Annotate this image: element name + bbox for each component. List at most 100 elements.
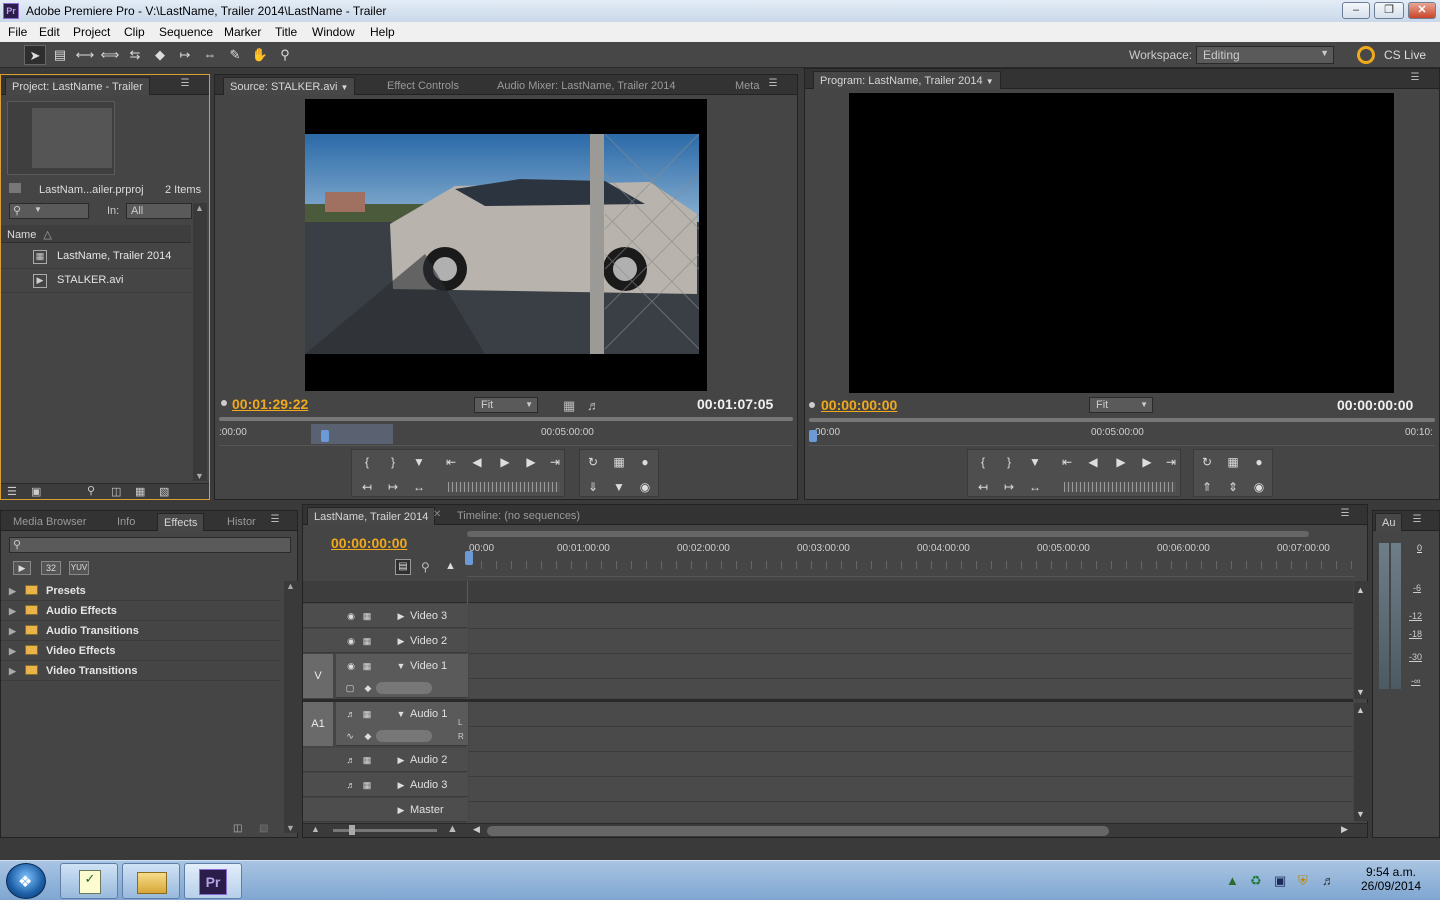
overlay-icon[interactable]: ▼ <box>608 478 630 496</box>
program-time-ruler[interactable]: 00:00 00:05:00:00 00:10: <box>809 424 1435 446</box>
track-header-master[interactable]: ▶ Master <box>303 798 468 822</box>
effects-search-input[interactable]: ⚲ <box>9 537 291 553</box>
cs-live-label[interactable]: CS Live <box>1384 48 1426 62</box>
mark-in-icon[interactable]: { <box>972 453 994 471</box>
timeline-ruler[interactable]: 00:00 00:01:00:00 00:02:00:00 00:03:00:0… <box>465 539 1355 577</box>
expand-arrow-icon[interactable]: ▶ <box>395 610 407 622</box>
loop-icon[interactable]: ↻ <box>582 453 604 471</box>
step-back-icon[interactable]: ◀ <box>1082 453 1104 471</box>
menu-window[interactable]: Window <box>312 25 355 39</box>
audio-target-a1[interactable]: A1 <box>303 702 333 746</box>
snap-icon[interactable]: ▤ <box>395 559 411 575</box>
lock-icon[interactable]: ▦ <box>361 754 373 766</box>
go-to-in-icon[interactable]: ⇤ <box>440 453 462 471</box>
set-marker-icon[interactable]: ▲ <box>445 560 456 572</box>
scroll-down-icon[interactable]: ▼ <box>1356 809 1365 819</box>
step-forward-icon[interactable]: ▶ <box>520 453 542 471</box>
mark-in-icon[interactable]: { <box>356 453 378 471</box>
drag-video-icon[interactable]: ▦ <box>563 398 575 414</box>
tray-sync-icon[interactable]: ♻ <box>1250 873 1262 889</box>
go-to-prev-marker-icon[interactable]: ↤ <box>972 478 994 496</box>
expand-arrow-icon[interactable]: ▶ <box>395 779 407 791</box>
panel-menu-icon[interactable]: ☰ <box>1337 508 1353 522</box>
panel-menu-icon[interactable]: ☰ <box>765 78 781 92</box>
tree-item-video-transitions[interactable]: ▶ Video Transitions <box>1 661 281 681</box>
tray-monitor-icon[interactable]: ▣ <box>1274 873 1286 889</box>
minimize-button[interactable]: – <box>1342 2 1370 19</box>
scroll-up-icon[interactable]: ▲ <box>1356 585 1365 595</box>
ripple-edit-tool-icon[interactable]: ⟷ <box>74 45 96 65</box>
track-header-audio1[interactable]: ♬ ▦ ▼ Audio 1 ∿ ◆ L R <box>336 702 468 746</box>
scroll-down-icon[interactable]: ▼ <box>195 471 204 481</box>
taskbar-premiere[interactable]: Pr <box>184 863 242 899</box>
zoom-in-icon[interactable]: ▲ <box>447 823 458 835</box>
collapse-arrow-icon[interactable]: ▼ <box>395 708 407 720</box>
rate-stretch-tool-icon[interactable]: ⇆ <box>124 45 146 65</box>
new-bin-icon[interactable]: ◫ <box>111 485 121 498</box>
32bit-effects-badge[interactable]: 32 <box>41 561 61 575</box>
source-fit-select[interactable]: Fit ▼ <box>474 397 538 413</box>
tab-metadata[interactable]: Meta <box>729 77 765 95</box>
zoom-tool-icon[interactable]: ⚲ <box>274 45 296 65</box>
audio-tracks-scrollbar[interactable]: ▲ ▼ <box>1354 703 1368 821</box>
display-style-icon[interactable]: ▢ <box>344 682 356 694</box>
safe-margins-icon[interactable]: ▦ <box>608 453 630 471</box>
slide-tool-icon[interactable]: ⇔ <box>199 45 221 65</box>
delete-icon[interactable]: ▧ <box>159 485 169 498</box>
in-select[interactable]: All <box>126 203 192 219</box>
scroll-down-icon[interactable]: ▼ <box>286 823 295 833</box>
play-in-to-out-icon[interactable]: ↔ <box>408 478 430 496</box>
lock-icon[interactable]: ▦ <box>361 610 373 622</box>
project-scrollbar[interactable]: ▲ ▼ <box>193 203 207 481</box>
output-icon[interactable]: ● <box>1248 453 1270 471</box>
collapse-arrow-icon[interactable]: ▼ <box>395 660 407 672</box>
tree-item-presets[interactable]: ▶ Presets <box>1 581 281 601</box>
output-icon[interactable]: ● <box>634 453 656 471</box>
panel-menu-icon[interactable]: ☰ <box>1409 514 1425 528</box>
playhead-icon[interactable] <box>809 430 817 442</box>
panel-menu-icon[interactable]: ☰ <box>1407 72 1423 86</box>
program-video-frame[interactable] <box>849 93 1394 393</box>
go-to-prev-marker-icon[interactable]: ↤ <box>356 478 378 496</box>
keyframe-navigator[interactable] <box>376 682 432 694</box>
jog-shuttle[interactable] <box>1064 482 1176 492</box>
lift-icon[interactable]: ⇑ <box>1196 478 1218 496</box>
source-video-frame[interactable] <box>305 99 707 391</box>
expand-arrow-icon[interactable]: ▶ <box>395 754 407 766</box>
lock-icon[interactable]: ▦ <box>361 660 373 672</box>
zoom-out-icon[interactable]: ▲ <box>311 824 320 834</box>
new-custom-bin-icon[interactable]: ◫ <box>233 823 242 834</box>
tab-program[interactable]: Program: LastName, Trailer 2014 ▼ <box>813 71 1001 89</box>
step-forward-icon[interactable]: ▶ <box>1136 453 1158 471</box>
yuv-effects-badge[interactable]: YUV <box>69 561 89 575</box>
scroll-up-icon[interactable]: ▲ <box>195 203 204 213</box>
expand-arrow-icon[interactable]: ▶ <box>9 666 16 676</box>
find-icon[interactable]: ⚲ <box>87 484 95 497</box>
video-tracks-area[interactable] <box>469 604 1353 698</box>
scroll-left-icon[interactable]: ◀ <box>473 824 480 835</box>
expand-arrow-icon[interactable]: ▶ <box>9 626 16 636</box>
track-select-tool-icon[interactable]: ▤ <box>49 45 71 65</box>
go-to-next-marker-icon[interactable]: ↦ <box>998 478 1020 496</box>
cs-live-icon[interactable] <box>1357 46 1375 64</box>
expand-arrow-icon[interactable]: ▶ <box>9 586 16 596</box>
tab-audio-mixer[interactable]: Audio Mixer: LastName, Trailer 2014 <box>491 77 682 95</box>
effects-scrollbar[interactable]: ▲ ▼ <box>284 581 298 833</box>
eye-icon[interactable]: ◉ <box>345 635 357 647</box>
play-icon[interactable]: ▶ <box>494 453 516 471</box>
tab-audio-meters[interactable]: Au <box>1375 513 1403 531</box>
keyframe-icon[interactable]: ◆ <box>362 682 374 694</box>
tab-media-browser[interactable]: Media Browser <box>7 513 92 531</box>
jog-shuttle[interactable] <box>448 482 560 492</box>
mark-out-icon[interactable]: } <box>998 453 1020 471</box>
tab-project[interactable]: Project: LastName - Trailer <box>5 77 150 95</box>
slip-tool-icon[interactable]: ↦ <box>174 45 196 65</box>
program-current-timecode[interactable]: 00:00:00:00 <box>821 397 897 413</box>
lock-icon[interactable]: ▦ <box>361 635 373 647</box>
tab-source[interactable]: Source: STALKER.avi ▼ <box>223 77 356 95</box>
menu-project[interactable]: Project <box>73 25 110 39</box>
tab-timeline-empty[interactable]: Timeline: (no sequences) <box>451 507 586 525</box>
close-button[interactable]: ✕ <box>1408 2 1436 19</box>
playhead-icon[interactable] <box>321 430 329 442</box>
source-time-ruler[interactable]: :00:00 00:05:00:00 <box>219 424 793 446</box>
